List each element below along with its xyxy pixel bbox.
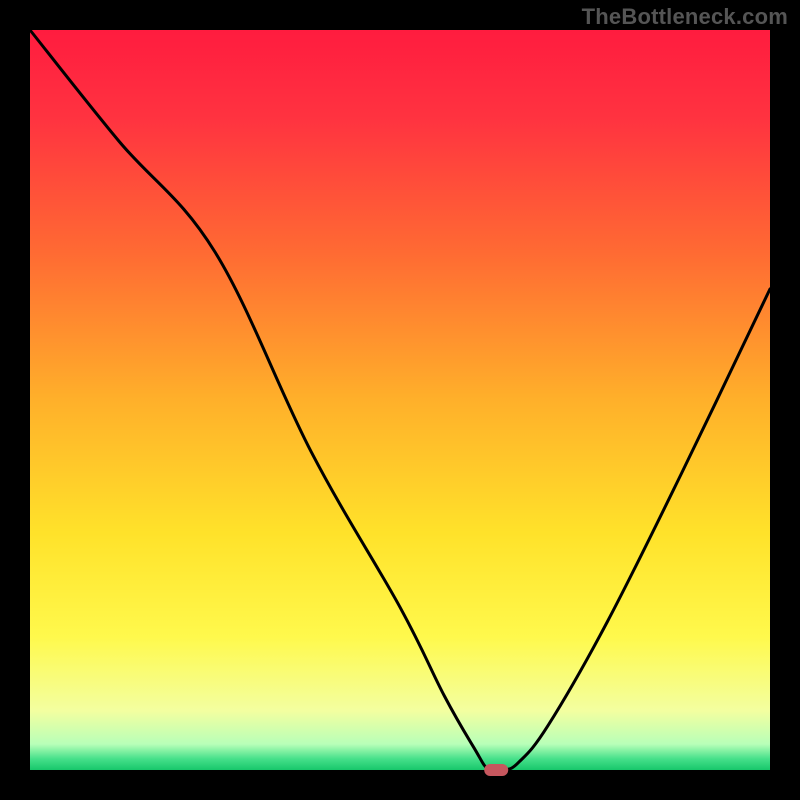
chart-frame: TheBottleneck.com [0,0,800,800]
optimum-marker [484,764,508,776]
bottleneck-plot [0,0,800,800]
plot-background [30,30,770,770]
watermark-label: TheBottleneck.com [582,4,788,30]
